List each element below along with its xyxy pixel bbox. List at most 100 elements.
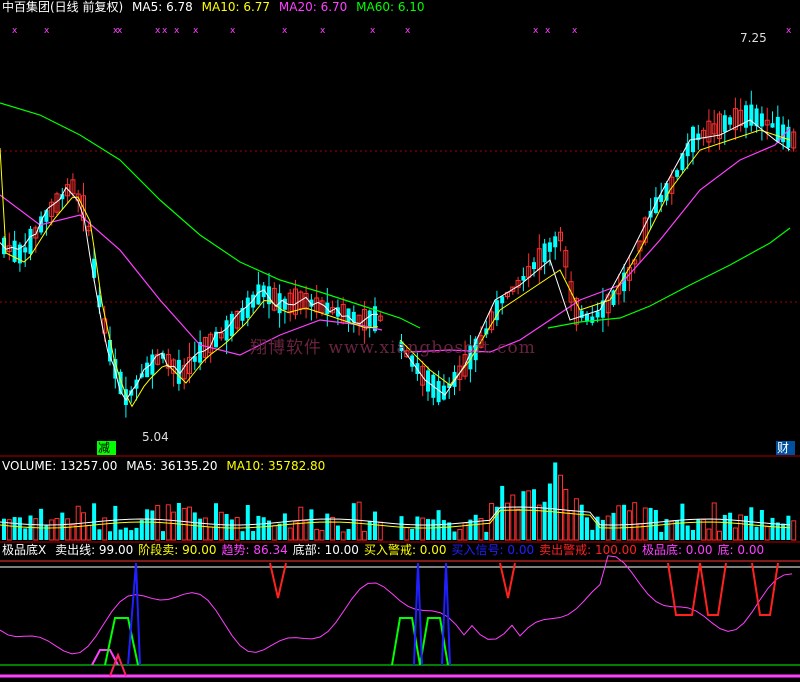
volume-bar bbox=[356, 501, 362, 541]
volume-bar bbox=[664, 519, 669, 540]
volume-bar bbox=[171, 511, 177, 541]
volume-bar bbox=[118, 529, 123, 540]
candle-body bbox=[229, 313, 234, 337]
volume-bar bbox=[198, 518, 203, 540]
volume-bar bbox=[60, 512, 65, 540]
signal-line bbox=[751, 562, 779, 616]
signal-line bbox=[499, 562, 516, 599]
volume-bar bbox=[515, 508, 521, 541]
volume-bar bbox=[17, 517, 22, 540]
volume-bar bbox=[65, 518, 71, 541]
volume-bar bbox=[44, 524, 49, 540]
candle-body bbox=[754, 108, 759, 127]
volume-bar bbox=[728, 512, 733, 540]
volume-bar bbox=[335, 525, 340, 540]
indicator-name[interactable]: 极品底X bbox=[2, 543, 46, 557]
volume-bar bbox=[452, 531, 457, 540]
volume-bar bbox=[622, 504, 627, 540]
volume-bar bbox=[229, 519, 234, 540]
candle-body bbox=[12, 240, 17, 262]
high-price-label: 7.25 bbox=[740, 31, 767, 45]
volume-bar bbox=[770, 517, 775, 540]
volume-bar bbox=[399, 516, 404, 540]
volume-bar bbox=[573, 498, 579, 541]
volume-bar bbox=[256, 515, 261, 540]
candle-body bbox=[553, 236, 558, 248]
volume-bar bbox=[208, 526, 214, 541]
volume-bar bbox=[373, 511, 377, 540]
volume-bar bbox=[791, 520, 797, 541]
volume-bar bbox=[744, 515, 748, 540]
volume-bar bbox=[457, 528, 463, 541]
volume-bar bbox=[309, 509, 314, 540]
volume-bar bbox=[234, 516, 240, 541]
candle-body bbox=[590, 316, 595, 323]
volume-bar bbox=[659, 531, 664, 540]
volume-bar bbox=[616, 505, 622, 541]
candle-body bbox=[521, 275, 526, 281]
candle-body bbox=[224, 320, 229, 341]
candle-body bbox=[145, 362, 150, 378]
volume-bar bbox=[611, 512, 616, 540]
volume-bar bbox=[626, 510, 632, 541]
volume-bar bbox=[526, 490, 532, 541]
volume-bar bbox=[579, 504, 584, 540]
volume-bar bbox=[717, 530, 722, 541]
volume-bar bbox=[754, 526, 759, 540]
volume-bar bbox=[251, 531, 256, 540]
volume-bar bbox=[500, 485, 505, 540]
volume-bar bbox=[161, 531, 165, 540]
candle-body bbox=[744, 105, 748, 128]
volume-bar bbox=[410, 528, 415, 540]
volume-bar bbox=[775, 522, 780, 540]
volume-bar bbox=[722, 514, 727, 540]
volume-bar bbox=[441, 520, 446, 540]
volume-bar bbox=[732, 527, 738, 541]
candle-body bbox=[28, 228, 33, 254]
volume-bar bbox=[86, 525, 92, 541]
volume-bar bbox=[426, 519, 430, 540]
candle-body bbox=[245, 297, 250, 318]
volume-bar bbox=[23, 528, 28, 540]
volume-bar bbox=[563, 488, 569, 541]
event-x-marker: x bbox=[117, 26, 123, 36]
event-marker-reduce[interactable]: 减 bbox=[97, 441, 117, 455]
volume-bar bbox=[642, 507, 648, 541]
volume-bar bbox=[218, 511, 224, 541]
indicator-item: 底部: 10.00 bbox=[292, 543, 359, 557]
event-x-marker: x bbox=[320, 26, 326, 36]
signal-line bbox=[699, 562, 727, 616]
volume-bar bbox=[553, 462, 558, 540]
volume-bar bbox=[330, 517, 336, 541]
event-x-marker: x bbox=[545, 26, 551, 36]
volume-bar bbox=[165, 504, 171, 541]
volume-bar bbox=[484, 531, 489, 540]
volume-bar bbox=[129, 530, 134, 540]
volume-ma10-readout: MA10: 35782.80 bbox=[226, 459, 326, 473]
volume-bar bbox=[680, 503, 685, 540]
candle-body bbox=[775, 116, 780, 142]
indicator-header: 极品底X 卖出线: 99.00 阶段卖: 90.00 趋势: 86.34 底部: 10… bbox=[2, 543, 769, 557]
signal-line bbox=[269, 562, 287, 599]
volume-bar bbox=[691, 529, 695, 540]
volume-bar bbox=[123, 527, 128, 540]
indicator-item: 阶段卖: 90.00 bbox=[138, 543, 217, 557]
event-x-marker: x bbox=[533, 26, 539, 36]
volume-bar bbox=[287, 527, 293, 541]
volume-bar bbox=[97, 529, 102, 540]
volume-bar bbox=[134, 527, 139, 540]
candle-body bbox=[367, 310, 372, 329]
volume-bar bbox=[532, 489, 536, 540]
volume-bar bbox=[346, 529, 351, 540]
indicator-item: 卖出警戒: 100.00 bbox=[539, 543, 637, 557]
event-x-marker: x bbox=[370, 26, 376, 36]
ma60-right bbox=[547, 227, 791, 329]
event-x-marker: x bbox=[44, 26, 50, 36]
volume-bar bbox=[150, 510, 155, 540]
volume-ma5-readout: MA5: 36135.20 bbox=[126, 459, 218, 473]
volume-bar bbox=[749, 507, 754, 540]
volume-bar bbox=[224, 514, 229, 540]
indicator-item: 极品底: 0.00 bbox=[641, 543, 713, 557]
watermark: 翔博软件 www.xiangbosoft.com bbox=[250, 338, 536, 358]
event-marker-finance[interactable]: 财 bbox=[776, 441, 796, 455]
